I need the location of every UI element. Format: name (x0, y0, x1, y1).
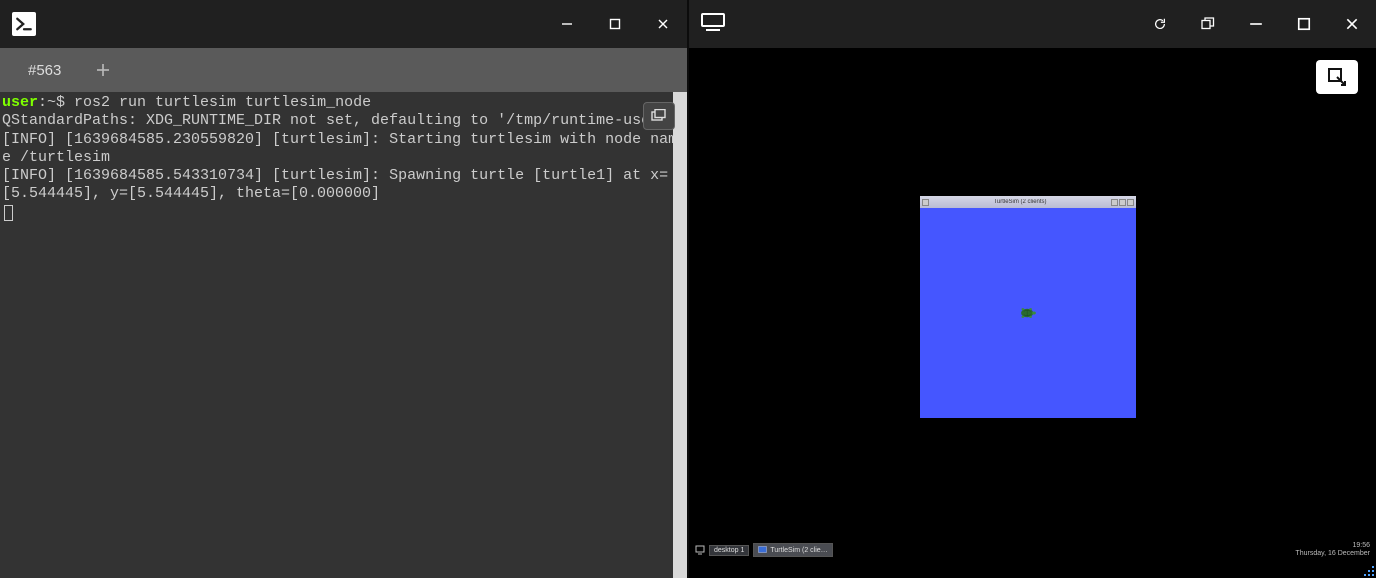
turtlesim-titlebar[interactable]: TurtleSim (2 clients) (920, 196, 1136, 208)
taskbar-task-label: TurtleSim (2 clie… (770, 547, 827, 554)
minimize-button[interactable] (543, 0, 591, 48)
vnc-restore-button[interactable] (1184, 0, 1232, 48)
turtlesim-close-icon[interactable] (1127, 199, 1134, 206)
terminal-line: [INFO] [1639684585.230559820] [turtlesim… (2, 131, 677, 166)
taskbar-task-turtlesim[interactable]: TurtleSim (2 clie… (753, 543, 832, 557)
vnc-maximize-button[interactable] (1280, 0, 1328, 48)
vnc-expand-button[interactable] (1316, 60, 1358, 94)
prompt-user: user (2, 94, 38, 111)
terminal-line: [INFO] [1639684585.543310734] [turtlesim… (2, 167, 668, 202)
taskbar-menu-icon[interactable] (695, 545, 705, 555)
terminal-titlebar[interactable] (0, 0, 687, 48)
turtlesim-max-icon[interactable] (1119, 199, 1126, 206)
turtlesim-min-icon[interactable] (1111, 199, 1118, 206)
remote-taskbar: desktop 1 TurtleSim (2 clie… 19:56 Thurs… (689, 542, 1376, 558)
turtlesim-title: TurtleSim (2 clients) (929, 199, 1111, 205)
terminal-tab[interactable]: #563 (8, 54, 81, 87)
prompt-command: ros2 run turtlesim turtlesim_node (74, 94, 371, 111)
taskbar-clock-time: 19:56 (1295, 542, 1370, 550)
resize-handle-icon[interactable] (1362, 564, 1376, 578)
vnc-app-icon (701, 13, 725, 35)
new-tab-button[interactable] (85, 52, 121, 88)
vnc-refresh-button[interactable] (1136, 0, 1184, 48)
terminal-output[interactable]: user:~$ ros2 run turtlesim turtlesim_nod… (0, 92, 687, 578)
turtlesim-sysmenu-icon[interactable] (922, 199, 929, 206)
terminal-line: QStandardPaths: XDG_RUNTIME_DIR not set,… (2, 112, 668, 129)
taskbar-clock-date: Thursday, 16 December (1295, 550, 1370, 558)
terminal-scrollbar[interactable] (673, 92, 687, 578)
taskbar-clock[interactable]: 19:56 Thursday, 16 December (1295, 542, 1370, 557)
taskbar-task-icon (758, 545, 768, 555)
terminal-tabbar: #563 (0, 48, 687, 92)
close-button[interactable] (639, 0, 687, 48)
turtle-icon (1019, 307, 1037, 319)
terminal-cursor (4, 205, 13, 221)
terminal-app-icon (12, 12, 36, 36)
maximize-button[interactable] (591, 0, 639, 48)
terminal-popup-button[interactable] (643, 102, 675, 130)
terminal-window-controls (543, 0, 687, 48)
vnc-viewport[interactable]: TurtleSim (2 clients) (689, 48, 1376, 578)
turtlesim-canvas[interactable] (920, 208, 1136, 418)
vnc-minimize-button[interactable] (1232, 0, 1280, 48)
vnc-close-button[interactable] (1328, 0, 1376, 48)
vnc-pane: TurtleSim (2 clients) (689, 0, 1376, 578)
vnc-titlebar[interactable] (689, 0, 1376, 48)
vnc-window-controls (1136, 0, 1376, 48)
prompt-sep: :~$ (38, 94, 74, 111)
taskbar-desktop-switcher[interactable]: desktop 1 (709, 545, 749, 556)
turtlesim-window[interactable]: TurtleSim (2 clients) (920, 196, 1136, 418)
terminal-pane: #563 user:~$ ros2 run turtlesim turtlesi… (0, 0, 687, 578)
terminal-text: user:~$ ros2 run turtlesim turtlesim_nod… (0, 94, 687, 222)
